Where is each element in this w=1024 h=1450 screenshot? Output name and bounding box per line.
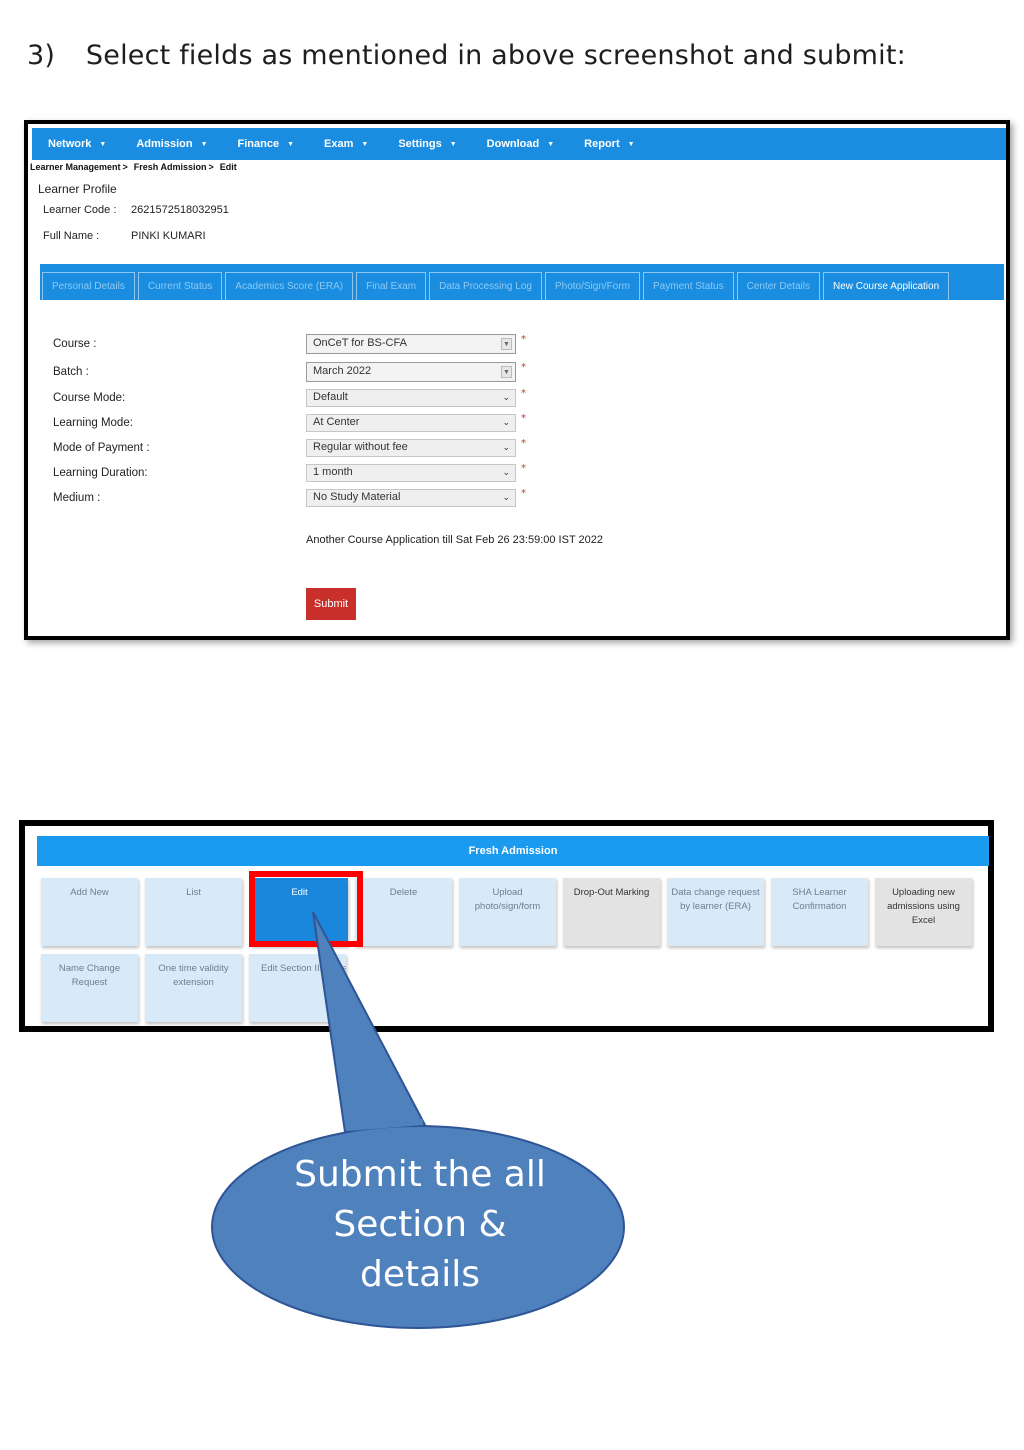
- tile-name-change-request[interactable]: Name Change Request: [41, 954, 138, 1022]
- chevron-down-icon: ⌄: [502, 442, 510, 452]
- learning-mode-select[interactable]: At Center ⌄: [306, 414, 516, 432]
- fresh-admission-screenshot: Fresh Admission Add New List Edit Delete…: [19, 820, 994, 1032]
- learner-code-value: 2621572518032951: [131, 204, 229, 216]
- callout-line-1: Submit the all: [294, 1154, 546, 1195]
- tab-personal-details[interactable]: Personal Details: [42, 272, 135, 300]
- tile-sha-learner-confirmation[interactable]: SHA Learner Confirmation: [771, 878, 868, 946]
- nav-download[interactable]: Download ▼: [487, 138, 555, 150]
- full-name-value: PINKI KUMARI: [131, 230, 206, 242]
- tab-academics-score[interactable]: Academics Score (ERA): [225, 272, 354, 300]
- required-marker: *: [521, 388, 526, 399]
- callout-line-2: Section &: [333, 1204, 507, 1245]
- tab-new-course-application[interactable]: New Course Application: [822, 272, 950, 300]
- tab-photo-sign-form[interactable]: Photo/Sign/Form: [544, 272, 641, 300]
- tile-upload-photo-sign-form[interactable]: Upload photo/sign/form: [459, 878, 556, 946]
- full-name-row: Full Name : PINKI KUMARI: [43, 230, 206, 242]
- top-navbar: Network ▼ Admission ▼ Finance ▼ Exam ▼ Setti…: [32, 128, 1006, 160]
- step-number: 3): [27, 40, 56, 71]
- tile-data-change-request[interactable]: Data change request by learner (ERA): [667, 878, 764, 946]
- callout-text: Submit the all Section & details: [240, 1150, 600, 1300]
- required-marker: *: [521, 463, 526, 474]
- required-marker: *: [521, 334, 526, 345]
- tile-one-time-validity-extension[interactable]: One time validity extension: [145, 954, 242, 1022]
- tile-drop-out-marking[interactable]: Drop-Out Marking: [563, 878, 660, 946]
- tab-final-exam[interactable]: Final Exam: [356, 272, 427, 300]
- learning-duration-select[interactable]: 1 month ⌄: [306, 464, 516, 482]
- tile-list[interactable]: List: [145, 878, 242, 946]
- course-mode-select[interactable]: Default ⌄: [306, 389, 516, 407]
- required-marker: *: [521, 438, 526, 449]
- chevron-down-icon: ⌄: [502, 492, 510, 502]
- tab-center-details[interactable]: Center Details: [736, 272, 820, 300]
- instruction-text: Select fields as mentioned in above scre…: [85, 40, 906, 71]
- course-select[interactable]: OnCeT for BS-CFA ▼: [306, 334, 516, 354]
- tab-payment-status[interactable]: Payment Status: [643, 272, 734, 300]
- chevron-down-icon: ▼: [547, 140, 555, 148]
- tile-edit-section-activation[interactable]: Edit Section II Activation Co: [249, 954, 346, 1022]
- batch-label: Batch :: [53, 366, 89, 378]
- instruction-heading: 3) Select fields as mentioned in above s…: [27, 40, 906, 71]
- dropdown-arrow-icon: ▼: [501, 338, 512, 350]
- callout-line-3: details: [360, 1254, 480, 1295]
- chevron-down-icon: ▼: [200, 140, 208, 148]
- tile-delete[interactable]: Delete: [355, 878, 452, 946]
- learner-code-row: Learner Code : 2621572518032951: [43, 204, 229, 216]
- tile-add-new[interactable]: Add New: [41, 878, 138, 946]
- nav-settings[interactable]: Settings ▼: [398, 138, 456, 150]
- nav-finance[interactable]: Finance ▼: [238, 138, 295, 150]
- chevron-down-icon: ▼: [627, 140, 635, 148]
- batch-select[interactable]: March 2022 ▼: [306, 362, 516, 382]
- chevron-down-icon: ⌄: [502, 417, 510, 427]
- chevron-down-icon: ▼: [361, 140, 369, 148]
- nav-network[interactable]: Network ▼: [48, 138, 106, 150]
- submit-button[interactable]: Submit: [306, 588, 356, 620]
- learner-profile-title: Learner Profile: [38, 182, 117, 196]
- mode-of-payment-select[interactable]: Regular without fee ⌄: [306, 439, 516, 457]
- medium-label: Medium :: [53, 492, 101, 504]
- learner-edit-screenshot: Network ▼ Admission ▼ Finance ▼ Exam ▼ Setti…: [24, 120, 1010, 640]
- tile-uploading-new-admissions[interactable]: Uploading new admissions using Excel: [875, 878, 972, 946]
- nav-report[interactable]: Report ▼: [584, 138, 634, 150]
- required-marker: *: [521, 413, 526, 424]
- nav-exam[interactable]: Exam ▼: [324, 138, 368, 150]
- required-marker: *: [521, 362, 526, 373]
- nav-admission[interactable]: Admission ▼: [136, 138, 207, 150]
- chevron-down-icon: ▼: [449, 140, 457, 148]
- tab-current-status[interactable]: Current Status: [137, 272, 223, 300]
- chevron-down-icon: ⌄: [502, 467, 510, 477]
- learning-duration-label: Learning Duration:: [53, 467, 148, 479]
- breadcrumb: Learner Management > Fresh Admission > Edi…: [30, 162, 237, 172]
- breadcrumb-learner-management[interactable]: Learner Management: [30, 162, 121, 172]
- chevron-down-icon: ▼: [287, 140, 295, 148]
- course-mode-label: Course Mode:: [53, 392, 126, 404]
- chevron-down-icon: ▼: [99, 140, 107, 148]
- tile-edit[interactable]: Edit: [251, 878, 348, 946]
- breadcrumb-fresh-admission[interactable]: Fresh Admission: [134, 162, 207, 172]
- course-label: Course :: [53, 338, 97, 350]
- mode-of-payment-label: Mode of Payment :: [53, 442, 150, 454]
- breadcrumb-edit: Edit: [219, 162, 237, 172]
- tab-data-processing-log[interactable]: Data Processing Log: [429, 272, 542, 300]
- application-deadline-note: Another Course Application till Sat Feb …: [306, 534, 603, 546]
- dropdown-arrow-icon: ▼: [501, 366, 512, 378]
- profile-tabs: Personal Details Current Status Academic…: [40, 264, 1004, 300]
- chevron-down-icon: ⌄: [502, 392, 510, 402]
- learning-mode-label: Learning Mode:: [53, 417, 133, 429]
- medium-select[interactable]: No Study Material ⌄: [306, 489, 516, 507]
- required-marker: *: [521, 488, 526, 499]
- fresh-admission-header: Fresh Admission: [37, 836, 989, 866]
